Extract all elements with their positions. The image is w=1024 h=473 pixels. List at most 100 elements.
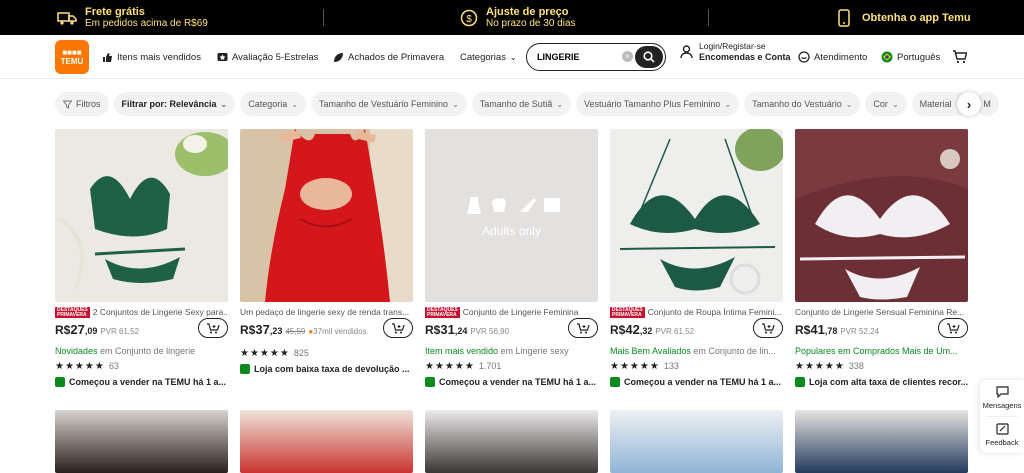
chevron-down-icon: ⌄ — [452, 99, 459, 109]
reference-price: PVR 56,90 — [470, 327, 510, 336]
ranking-tag[interactable]: Populares em Comprados Mais de Um... — [795, 345, 968, 358]
product-image[interactable] — [240, 410, 413, 473]
product-card[interactable]: DESTAQUES PRIMAVERA Conjunto de Roupa Ínti… — [610, 129, 783, 389]
women-size-chip[interactable]: Tamanho de Vestuário Feminino ⌄ — [310, 92, 467, 116]
chip-label: Filtrar por: Relevância — [121, 99, 217, 109]
ranking-tag[interactable]: Item mais vendido em Lingerie sexy — [425, 345, 598, 358]
product-image[interactable] — [795, 410, 968, 473]
product-title[interactable]: DESTAQUES PRIMAVERA 2 Conjuntos de Lingeri… — [55, 307, 228, 318]
add-cart-icon — [392, 322, 405, 333]
nav-best-sellers[interactable]: Itens mais vendidos — [102, 35, 201, 79]
seller-note-text: Loja com alta taxa de clientes recor... — [809, 377, 968, 387]
price-cents: ,09 — [84, 326, 98, 336]
product-title[interactable]: Conjunto de Lingerie Sensual Feminina Re… — [795, 307, 968, 318]
free-shipping-promo[interactable]: Frete grátis Em pedidos acima de R$69 — [57, 0, 208, 35]
rating[interactable]: ★★★★★ 338 — [795, 359, 968, 373]
product-title[interactable]: Um pedaço de lingerie sexy de renda tran… — [240, 307, 413, 318]
add-cart-icon — [207, 322, 220, 333]
product-card[interactable]: DESTAQUES PRIMAVERA 2 Conjuntos de Lingeri… — [55, 129, 228, 389]
account-menu[interactable]: Login/Registar-se Encomendas e Conta — [680, 41, 791, 63]
product-image[interactable] — [55, 129, 228, 302]
rating[interactable]: ★★★★★ 133 — [610, 359, 783, 373]
nav-label: Itens mais vendidos — [117, 51, 201, 63]
nav-categories[interactable]: Categorias ⌄ — [460, 35, 517, 79]
product-image[interactable] — [55, 410, 228, 473]
app-label: Obtenha o app Temu — [862, 11, 971, 24]
chevron-down-icon: ⌄ — [220, 99, 228, 109]
sort-relevance-chip[interactable]: Filtrar por: Relevância ⌄ — [113, 92, 236, 116]
currency: R$ — [795, 323, 811, 337]
product-image[interactable]: Adults only — [425, 129, 598, 302]
messages-label: Mensagens — [982, 401, 1022, 410]
product-card[interactable] — [795, 410, 968, 473]
product-image[interactable] — [795, 129, 968, 302]
clear-search-icon[interactable]: × — [622, 51, 633, 62]
ranking-tag[interactable]: Mais Bem Avaliados em Conjunto de lin... — [610, 345, 783, 358]
product-card[interactable] — [240, 410, 413, 473]
seller-note: Começou a vender na TEMU há 1 a... — [55, 375, 228, 389]
cart-button[interactable] — [952, 35, 967, 79]
price-title: Ajuste de preço — [486, 5, 569, 18]
get-app-promo[interactable]: Obtenha o app Temu — [838, 0, 971, 35]
nav-five-star[interactable]: Avaliação 5-Estrelas — [217, 35, 318, 79]
add-to-cart-button[interactable] — [198, 318, 228, 338]
search-button[interactable] — [635, 46, 663, 68]
sold-count: ●37mil vendidos — [308, 327, 366, 336]
product-title[interactable]: DESTAQUES PRIMAVERA Conjunto de Lingerie F… — [425, 307, 598, 318]
product-image[interactable] — [610, 410, 783, 473]
store-badge-icon — [425, 377, 435, 387]
product-image[interactable] — [240, 129, 413, 302]
price-coin-icon: $ — [460, 9, 478, 26]
product-card[interactable] — [425, 410, 598, 473]
logo-text: TEMU — [60, 57, 84, 66]
nav-spring[interactable]: Achados de Primavera — [333, 35, 444, 79]
add-to-cart-button[interactable] — [383, 318, 413, 338]
chip-label: Cor — [873, 99, 888, 109]
nav-label: Avaliação 5-Estrelas — [232, 51, 319, 63]
filters-button[interactable]: Filtros — [55, 92, 109, 116]
messages-button[interactable]: Mensagens — [980, 380, 1024, 416]
chat-support-icon — [798, 51, 810, 63]
add-cart-icon — [947, 322, 960, 333]
rating[interactable]: ★★★★★ 63 — [55, 359, 228, 373]
language-selector[interactable]: Português — [881, 35, 940, 79]
chip-label: M — [983, 99, 991, 109]
color-chip[interactable]: Cor ⌄ — [865, 92, 907, 116]
temu-logo[interactable]: ■■■■ TEMU — [55, 40, 89, 74]
product-card[interactable]: Um pedaço de lingerie sexy de renda tran… — [240, 129, 413, 376]
product-title[interactable]: DESTAQUES PRIMAVERA Conjunto de Roupa Ínti… — [610, 307, 783, 318]
search-input[interactable] — [537, 52, 617, 62]
product-image[interactable] — [425, 410, 598, 473]
product-card[interactable]: Conjunto de Lingerie Sensual Feminina Re… — [795, 129, 968, 389]
add-to-cart-button[interactable] — [568, 318, 598, 338]
price: R$31,24 — [425, 322, 467, 337]
ranking-category: em Conjunto de lingerie — [97, 346, 196, 356]
add-to-cart-button[interactable] — [938, 318, 968, 338]
product-card[interactable] — [55, 410, 228, 473]
leaf-icon — [334, 52, 343, 62]
filters-scroll-right-button[interactable]: › — [957, 92, 981, 116]
add-to-cart-button[interactable] — [753, 318, 783, 338]
store-badge-icon — [610, 377, 620, 387]
category-chip[interactable]: Categoria ⌄ — [240, 92, 306, 116]
spring-highlight-badge: DESTAQUES PRIMAVERA — [610, 307, 645, 318]
support-link[interactable]: Atendimento — [798, 35, 867, 79]
divider — [323, 9, 324, 26]
rating[interactable]: ★★★★★ 825 — [240, 346, 413, 360]
search-icon — [643, 51, 655, 63]
product-card[interactable] — [610, 410, 783, 473]
chevron-down-icon: ⌄ — [724, 99, 732, 109]
plus-size-chip[interactable]: Vestuário Tamanho Plus Feminino ⌄ — [576, 92, 740, 116]
rating[interactable]: ★★★★★ 1.701 — [425, 359, 598, 373]
login-label: Login/Registar-se — [699, 41, 766, 51]
price-adjust-promo[interactable]: $ Ajuste de preço No prazo de 30 dias — [460, 0, 576, 35]
clothing-size-chip[interactable]: Tamanho do Vestuário ⌄ — [744, 92, 861, 116]
ranking-label: Mais Bem Avaliados — [610, 346, 691, 356]
product-title-text: Um pedaço de lingerie sexy de renda tran… — [240, 307, 410, 317]
feedback-button[interactable]: Feedback — [980, 417, 1024, 453]
star-rating: ★★★★★ — [425, 360, 475, 372]
ranking-tag[interactable]: Novidades em Conjunto de lingerie — [55, 345, 228, 358]
bra-size-chip[interactable]: Tamanho de Sutiã ⌄ — [471, 92, 572, 116]
product-image[interactable] — [610, 129, 783, 302]
product-card[interactable]: Adults only DESTAQUES PRIMAVERA Conjunto d… — [425, 129, 598, 389]
